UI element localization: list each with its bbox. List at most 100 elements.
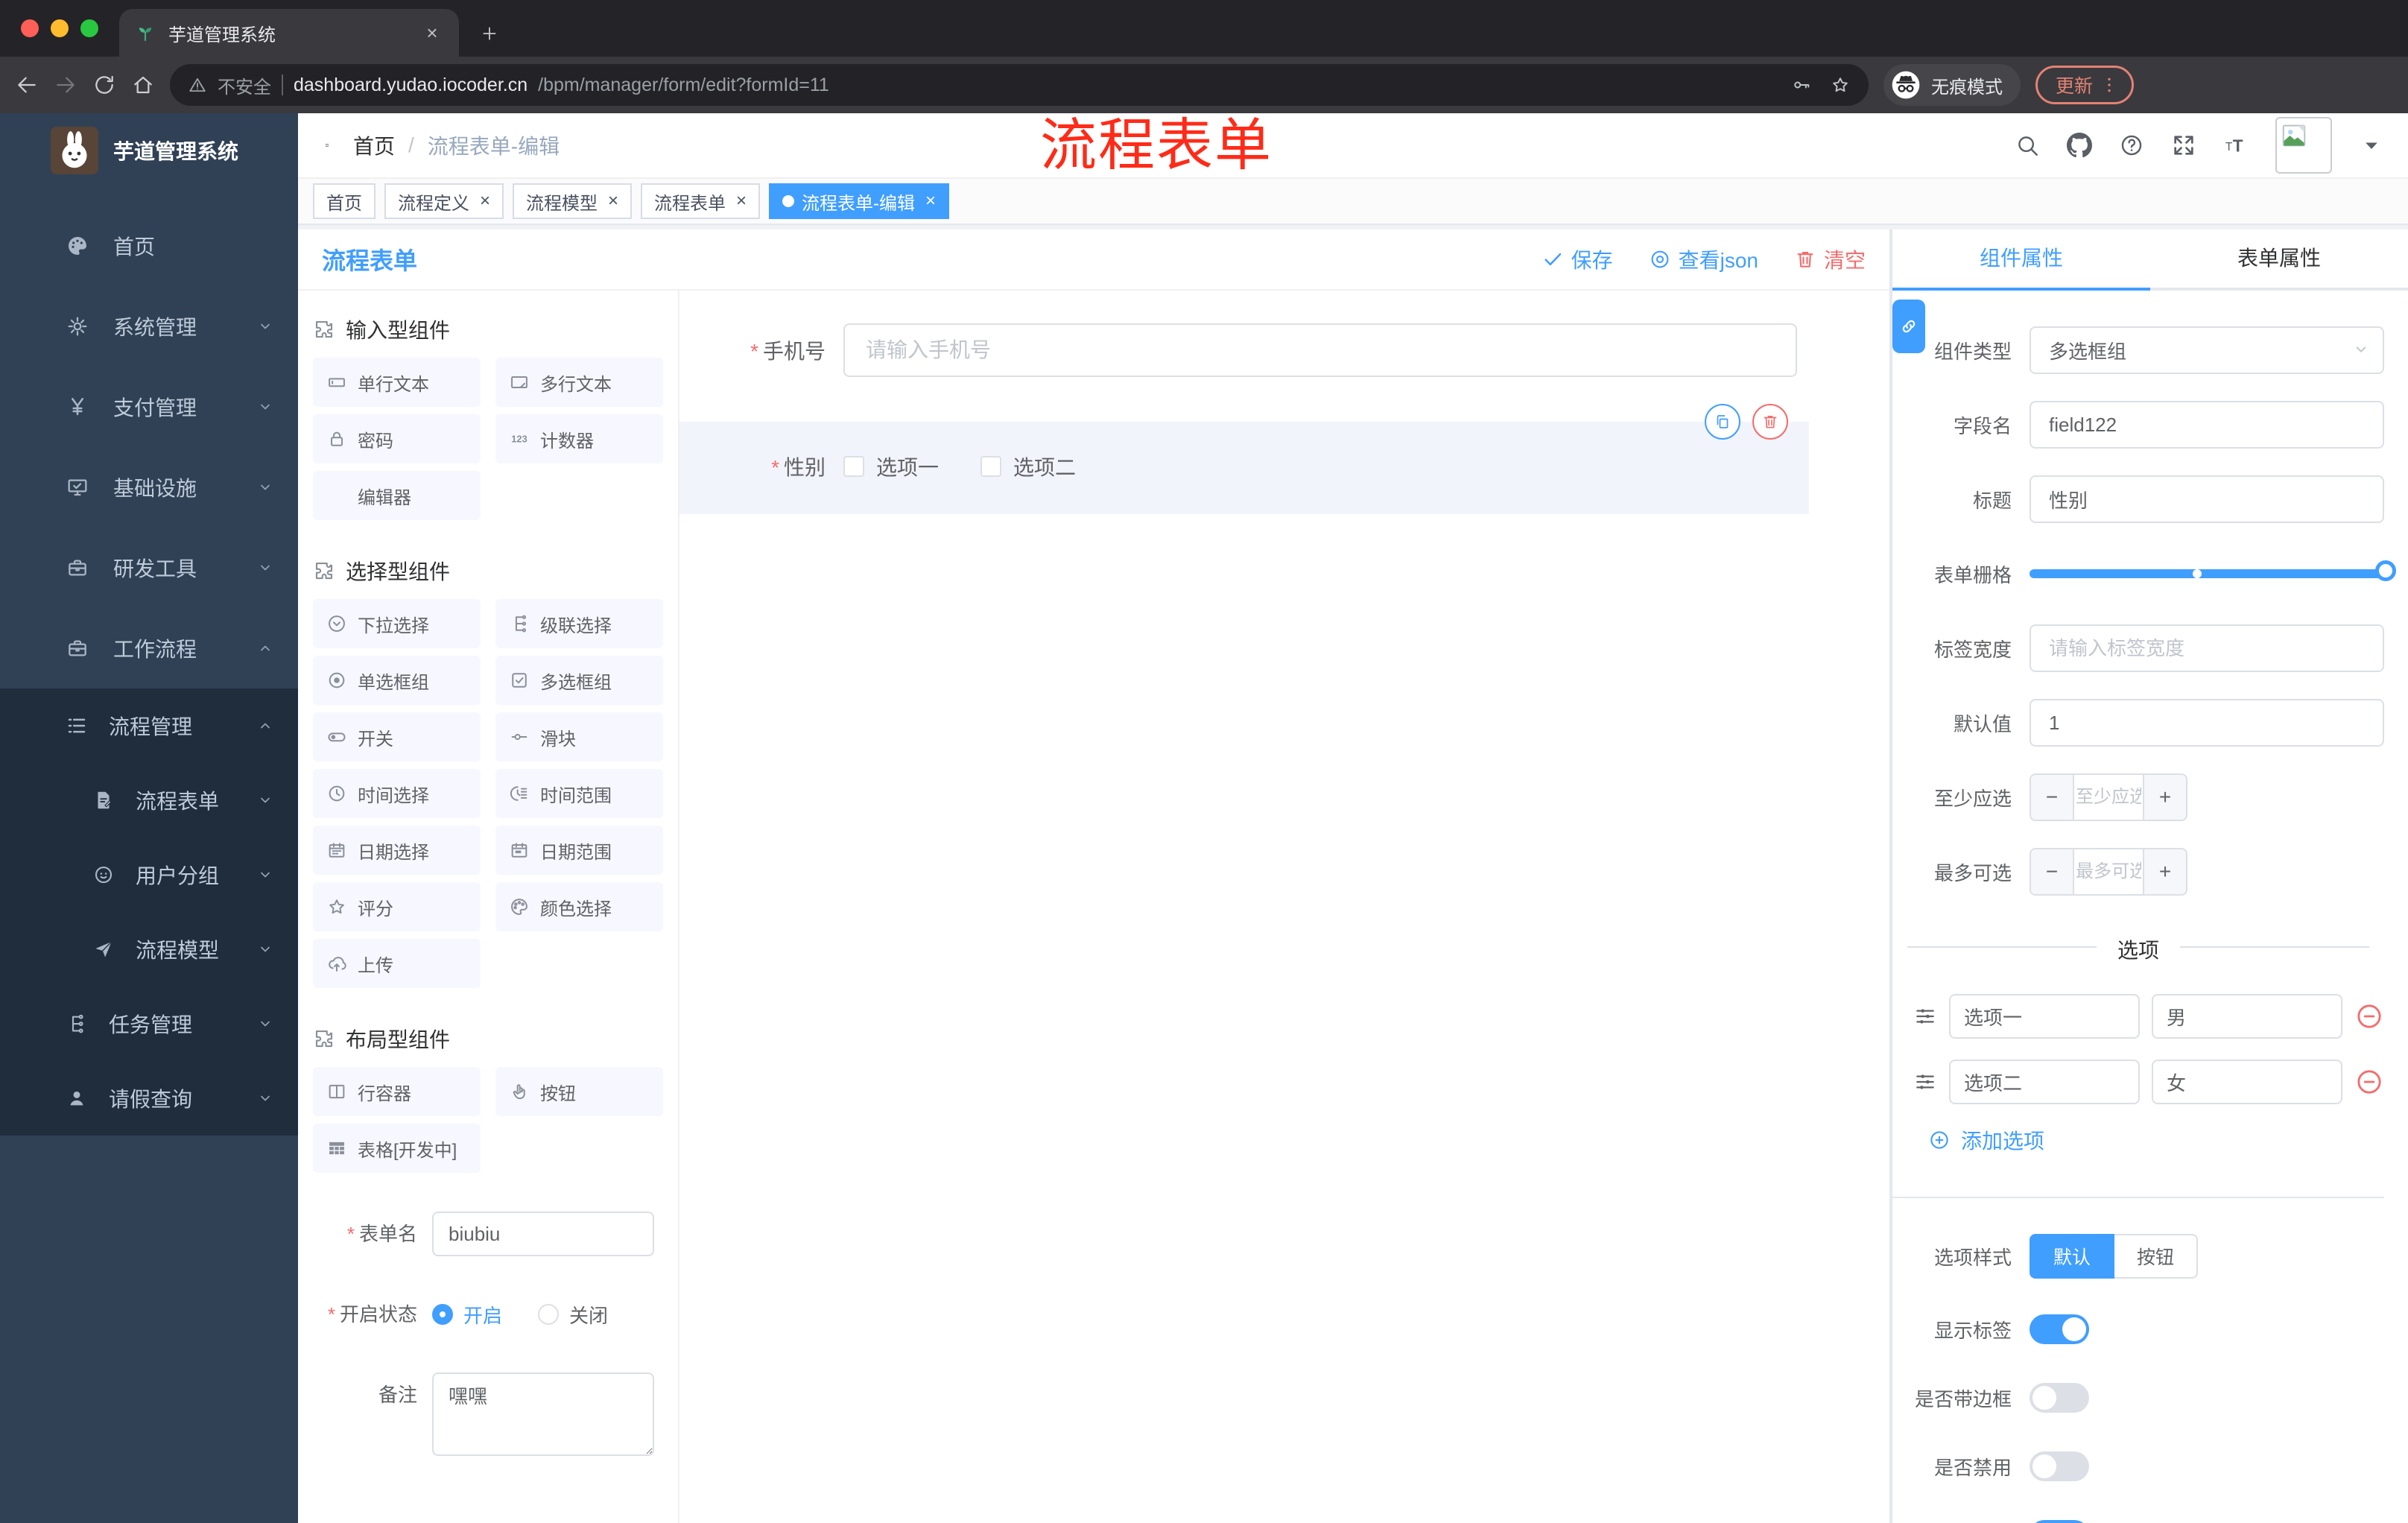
increase-button[interactable]: + [2143, 775, 2186, 820]
update-button[interactable]: 更新 [2035, 66, 2135, 104]
toggle-switch[interactable] [2030, 1520, 2089, 1523]
tab-chip[interactable]: 流程模型 × [513, 183, 633, 219]
option-label-input[interactable] [1949, 1060, 2140, 1104]
component-chip[interactable]: 滑块 [495, 712, 663, 762]
component-chip[interactable]: 时间选择 [313, 769, 481, 818]
sidebar-subitem[interactable]: 任务管理 [0, 987, 298, 1061]
component-chip[interactable]: 123 计数器 [495, 414, 663, 463]
help-icon[interactable] [2119, 133, 2144, 158]
option-value-input[interactable] [2152, 994, 2342, 1039]
minimize-window-button[interactable] [51, 19, 69, 37]
remove-option-button[interactable] [2354, 1001, 2384, 1031]
fullscreen-icon[interactable] [2171, 133, 2196, 158]
style-button-button[interactable]: 按钮 [2114, 1234, 2199, 1279]
form-name-input[interactable] [432, 1212, 654, 1256]
phone-input[interactable] [843, 323, 1797, 377]
window-controls[interactable] [21, 19, 98, 37]
component-type-value[interactable] [2030, 326, 2384, 374]
forward-icon[interactable] [54, 73, 77, 97]
component-chip[interactable]: 编辑器 [313, 471, 481, 520]
component-chip[interactable]: 日期范围 [495, 826, 663, 875]
component-chip[interactable]: 上传 [313, 939, 481, 988]
new-tab-button[interactable] [480, 24, 499, 43]
component-chip[interactable]: 颜色选择 [495, 882, 663, 931]
clear-button[interactable]: 清空 [1794, 244, 1866, 274]
component-chip[interactable]: 行容器 [313, 1067, 481, 1116]
tab-chip[interactable]: 流程定义 × [384, 183, 504, 219]
github-icon[interactable] [2067, 133, 2092, 158]
default-value-input[interactable] [2030, 699, 2384, 747]
font-size-icon[interactable]: TT [2223, 133, 2249, 158]
component-chip[interactable]: 多选框组 [495, 656, 663, 705]
search-icon[interactable] [2015, 133, 2040, 158]
component-chip[interactable]: 单行文本 [313, 358, 481, 407]
tab-close-icon[interactable]: × [736, 191, 747, 212]
component-chip[interactable]: 密码 [313, 414, 481, 463]
tab-chip[interactable]: 流程表单 × [641, 183, 761, 219]
max-select-input[interactable] [2074, 849, 2143, 894]
component-chip[interactable]: 评分 [313, 882, 481, 931]
decrease-button[interactable]: − [2031, 849, 2074, 894]
tab-form-props[interactable]: 表单属性 [2150, 229, 2408, 291]
field-name-input[interactable] [2030, 401, 2384, 449]
component-chip[interactable]: 时间范围 [495, 769, 663, 818]
password-key-icon[interactable] [1791, 75, 1812, 95]
sidebar-subitem[interactable]: 流程模型 [0, 912, 298, 987]
delete-component-button[interactable] [1752, 404, 1788, 440]
status-off-radio[interactable]: 关闭 [538, 1301, 608, 1329]
form-remark-textarea[interactable]: 嘿嘿 [432, 1372, 654, 1456]
tab-chip[interactable]: 首页 × [313, 183, 376, 219]
style-default-button[interactable]: 默认 [2030, 1234, 2115, 1279]
sidebar-item[interactable]: 支付管理 [0, 367, 298, 447]
close-window-button[interactable] [21, 19, 39, 37]
slider-handle[interactable] [2375, 560, 2396, 581]
sidebar-subitem[interactable]: 用户分组 [0, 838, 298, 912]
toggle-switch[interactable] [2030, 1383, 2089, 1413]
home-icon[interactable] [131, 73, 155, 97]
browser-menu-icon[interactable] [2099, 75, 2120, 95]
tab-close-icon[interactable]: × [608, 191, 618, 212]
phone-field-row[interactable]: * 手机号 [679, 291, 1889, 377]
sidebar-item[interactable]: 工作流程 [0, 608, 298, 688]
tab-close-icon[interactable]: × [925, 191, 936, 212]
decrease-button[interactable]: − [2031, 775, 2074, 820]
sidebar-subitem[interactable]: 流程管理 [0, 688, 298, 763]
avatar-caret-icon[interactable] [2359, 133, 2384, 158]
toggle-switch[interactable] [2030, 1314, 2089, 1344]
sidebar-item[interactable]: 系统管理 [0, 286, 298, 367]
title-input[interactable] [2030, 475, 2384, 523]
min-select-input[interactable] [2074, 775, 2143, 820]
checkbox-icon[interactable] [980, 456, 1002, 477]
component-chip[interactable]: 按钮 [495, 1067, 663, 1116]
label-width-input[interactable] [2030, 624, 2384, 672]
component-chip[interactable]: 单选框组 [313, 656, 481, 705]
grid-slider[interactable] [2030, 550, 2396, 598]
component-chip[interactable]: 日期选择 [313, 826, 481, 875]
app-logo[interactable]: 芋道管理系统 [0, 113, 298, 188]
browser-tab[interactable]: 芋道管理系统 × [119, 9, 459, 57]
bookmark-star-icon[interactable] [1830, 75, 1851, 95]
component-chip[interactable]: 多行文本 [495, 358, 663, 407]
copy-component-button[interactable] [1705, 404, 1740, 440]
checkbox-icon[interactable] [843, 456, 864, 477]
avatar[interactable] [2275, 117, 2332, 174]
tab-close-icon[interactable]: × [420, 22, 444, 45]
toggle-switch[interactable] [2030, 1451, 2089, 1481]
sidebar-subitem[interactable]: 请假查询 [0, 1061, 298, 1136]
breadcrumb-home[interactable]: 首页 [353, 130, 395, 160]
collapse-sidebar-icon[interactable] [313, 131, 341, 159]
selected-component[interactable]: * 性别 选项一 选项二 [679, 404, 1809, 514]
tab-chip[interactable]: 流程表单-编辑 × [769, 183, 950, 219]
increase-button[interactable]: + [2143, 849, 2186, 894]
component-chip[interactable]: 表格[开发中] [313, 1124, 481, 1173]
zoom-window-button[interactable] [80, 19, 98, 37]
reload-icon[interactable] [92, 73, 116, 97]
form-canvas[interactable]: *手机号 *性别 [679, 291, 1889, 1523]
url-bar[interactable]: 不安全 dashboard.yudao.iocoder.cn/bpm/manag… [170, 64, 1869, 106]
sidebar-item[interactable]: 首页 [0, 206, 298, 286]
gender-checkbox[interactable]: 选项一 [843, 452, 939, 481]
component-type-select[interactable] [2030, 326, 2384, 374]
back-icon[interactable] [15, 73, 39, 97]
tab-component-props[interactable]: 组件属性 [1892, 229, 2150, 291]
component-chip[interactable]: 开关 [313, 712, 481, 762]
